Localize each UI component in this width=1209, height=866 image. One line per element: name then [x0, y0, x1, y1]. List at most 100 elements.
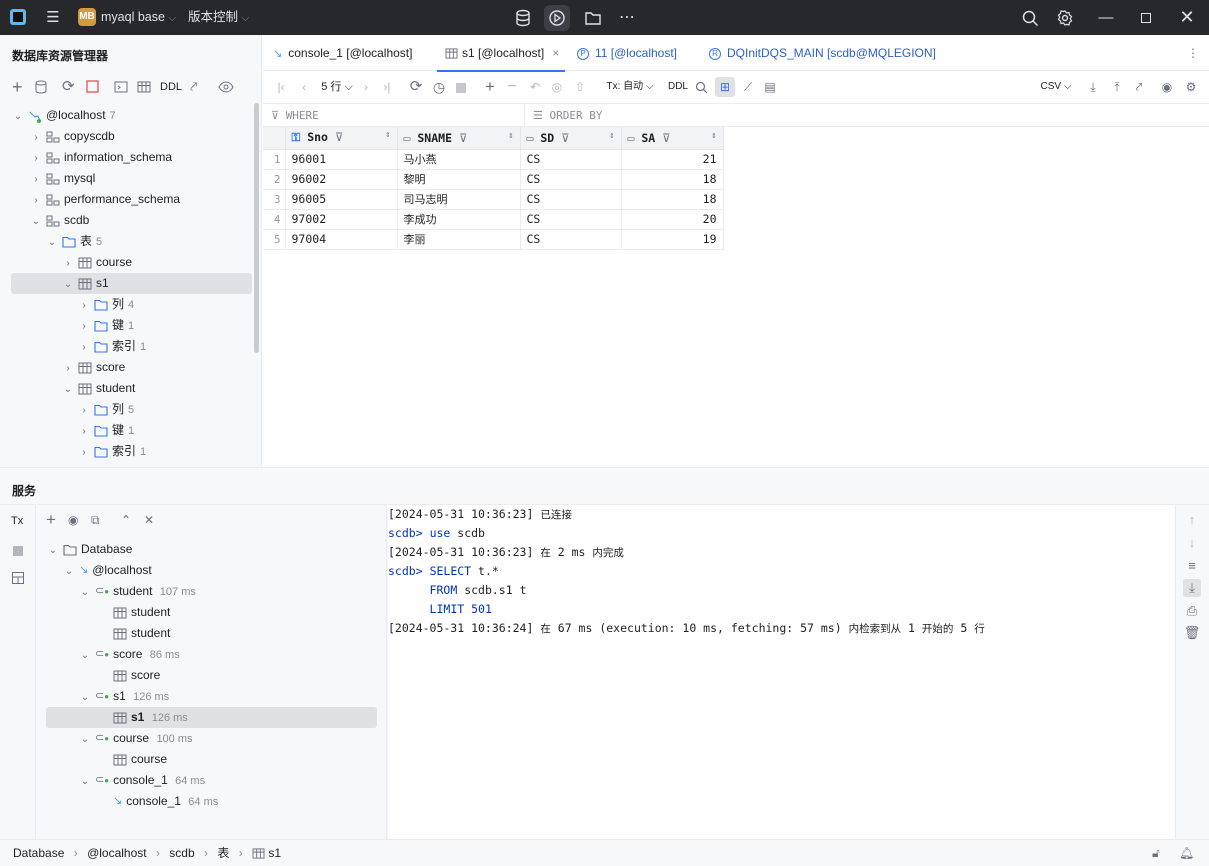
- scroll-to-end-icon[interactable]: ⤓: [1183, 579, 1201, 597]
- service-console-1[interactable]: ↘ console_1 64 ms: [99, 791, 218, 812]
- tree-node-localhost[interactable]: ⌄ @localhost 7: [12, 105, 116, 126]
- service-result-s1[interactable]: s1 126 ms: [99, 707, 188, 728]
- view-options-eye-icon[interactable]: [218, 80, 234, 94]
- breadcrumb-item[interactable]: 表: [217, 846, 229, 860]
- cell-sname[interactable]: 李成功: [397, 209, 521, 230]
- print-icon[interactable]: ⎙: [1183, 602, 1201, 620]
- project-name[interactable]: myaql base ⌵: [101, 0, 176, 36]
- first-page-icon[interactable]: |‹: [273, 72, 289, 102]
- column-header-sa[interactable]: ▭ SA ⊽ ⇕: [621, 127, 724, 150]
- service-session-course[interactable]: ⌄ ⊂● course 100 ms: [79, 728, 193, 749]
- minimize-icon[interactable]: —: [1094, 0, 1118, 35]
- table-row[interactable]: 5 97004 李丽 CS 19: [263, 229, 724, 250]
- service-database[interactable]: ⌄ Database: [47, 539, 133, 560]
- maximize-icon[interactable]: [1134, 0, 1158, 23]
- cell-sname[interactable]: 李丽: [397, 229, 521, 250]
- ddl-button[interactable]: DDL: [666, 72, 690, 102]
- data-view-icon[interactable]: ⊞: [715, 77, 735, 97]
- download-icon[interactable]: ⤓: [1085, 72, 1101, 102]
- table-icon[interactable]: [137, 80, 151, 94]
- more-icon[interactable]: ⋯: [614, 5, 640, 31]
- tree-node-scdb[interactable]: ⌄ scdb: [30, 210, 90, 231]
- tx-mode-select[interactable]: Tx: 自动 ⌵: [605, 72, 655, 102]
- filter-icon[interactable]: ⊽: [561, 131, 569, 145]
- column-header-sd[interactable]: ▭ SD ⊽ ⇕: [520, 127, 622, 150]
- breadcrumb-item[interactable]: s1: [268, 846, 281, 860]
- view-eye-icon[interactable]: ◉: [68, 505, 78, 535]
- scroll-down-icon[interactable]: ↓: [1183, 534, 1201, 552]
- filter-icon[interactable]: ⊽: [459, 131, 467, 145]
- table-row[interactable]: 2 96002 黎明 CS 18: [263, 169, 724, 190]
- cell-sno[interactable]: 96001: [285, 149, 398, 170]
- service-localhost[interactable]: ⌄ ↘ @localhost: [63, 560, 152, 581]
- notifications-bell-icon[interactable]: 🔔︎: [1179, 840, 1194, 866]
- history-clock-icon[interactable]: ◷: [430, 72, 448, 102]
- cell-sa[interactable]: 18: [621, 169, 724, 190]
- expand-all-icon[interactable]: ⌃: [121, 505, 131, 535]
- tab-s1[interactable]: s1 [@localhost] ×: [436, 36, 566, 72]
- view-eye-icon[interactable]: ◉: [1159, 72, 1175, 102]
- service-session-console-1[interactable]: ⌄ ⊂● console_1 64 ms: [79, 770, 205, 791]
- search-icon[interactable]: [695, 72, 711, 102]
- cell-sd[interactable]: CS: [520, 209, 622, 230]
- cell-sd[interactable]: CS: [520, 189, 622, 210]
- sort-icon[interactable]: ⇕: [711, 131, 716, 141]
- tree-node-course[interactable]: › course: [62, 252, 132, 273]
- revert-icon[interactable]: ↶: [527, 72, 543, 102]
- add-icon[interactable]: +: [12, 75, 23, 99]
- tree-node-tables-folder[interactable]: ⌄ 表 5: [46, 231, 102, 252]
- cell-sno[interactable]: 97004: [285, 229, 398, 250]
- cell-sname[interactable]: 黎明: [397, 169, 521, 190]
- chart-icon[interactable]: ⟋: [739, 72, 757, 102]
- breadcrumb-item[interactable]: scdb: [169, 846, 194, 860]
- sort-icon[interactable]: ⇕: [385, 130, 390, 140]
- tree-node-information-schema[interactable]: › information_schema: [30, 147, 172, 168]
- database-icon[interactable]: [510, 5, 536, 31]
- tree-node-s1[interactable]: ⌄ s1: [62, 273, 109, 294]
- submit-icon[interactable]: ⇧: [572, 72, 588, 102]
- cell-sa[interactable]: 20: [621, 209, 724, 230]
- ddl-button[interactable]: DDL: [160, 75, 182, 99]
- tree-node-s1-columns[interactable]: › 列 4: [78, 294, 134, 315]
- tree-node-s1-indexes[interactable]: › 索引 1: [78, 336, 146, 357]
- service-result-course[interactable]: course: [99, 749, 167, 770]
- prev-page-icon[interactable]: ‹: [297, 72, 311, 102]
- column-header-sno[interactable]: ⚿ Sno ⊽ ⇕: [285, 127, 398, 150]
- tree-node-student-indexes[interactable]: › 索引 1: [78, 441, 146, 462]
- soft-wrap-icon[interactable]: ≡: [1183, 557, 1201, 575]
- vcs-menu[interactable]: 版本控制 ⌵: [188, 0, 249, 36]
- main-menu-icon[interactable]: ☰: [42, 0, 64, 35]
- service-result-student[interactable]: student: [99, 602, 170, 623]
- disconnect-icon[interactable]: [86, 80, 100, 94]
- tree-node-s1-keys[interactable]: › 键 1: [78, 315, 134, 336]
- cell-sa[interactable]: 18: [621, 189, 724, 210]
- table-row[interactable]: 1 96001 马小燕 CS 21: [263, 149, 724, 170]
- service-session-score[interactable]: ⌄ ⊂● score 86 ms: [79, 644, 180, 665]
- add-icon[interactable]: +: [46, 505, 56, 535]
- tree-node-student[interactable]: ⌄ student: [62, 378, 136, 399]
- layout-icon[interactable]: [12, 572, 24, 584]
- table-row[interactable]: 4 97002 李成功 CS 20: [263, 209, 724, 230]
- delete-row-icon[interactable]: −: [504, 72, 520, 102]
- datasource-icon[interactable]: [34, 80, 48, 94]
- cell-sd[interactable]: CS: [520, 149, 622, 170]
- search-icon[interactable]: [1017, 5, 1043, 31]
- service-session-student[interactable]: ⌄ ⊂● student 107 ms: [79, 581, 196, 602]
- close-tab-icon[interactable]: ×: [552, 46, 559, 60]
- reload-icon[interactable]: ⟳: [407, 72, 425, 102]
- settings-gear-icon[interactable]: [1052, 5, 1078, 31]
- cell-sd[interactable]: CS: [520, 229, 622, 250]
- grid-settings-icon[interactable]: ⚙: [1183, 72, 1199, 102]
- breadcrumb-item[interactable]: @localhost: [87, 846, 147, 860]
- breadcrumb-item[interactable]: Database: [13, 846, 64, 860]
- run-icon[interactable]: [544, 5, 570, 31]
- cell-sa[interactable]: 19: [621, 229, 724, 250]
- console-icon[interactable]: [114, 80, 128, 94]
- next-page-icon[interactable]: ›: [359, 72, 373, 102]
- new-tab-icon[interactable]: ⧉: [91, 505, 100, 535]
- sort-icon[interactable]: ⇕: [508, 131, 513, 141]
- sort-icon[interactable]: ⇕: [609, 131, 614, 141]
- tabs-more-icon[interactable]: ⋮: [1187, 36, 1199, 71]
- service-result-score[interactable]: score: [99, 665, 160, 686]
- upload-icon[interactable]: ⤒: [1109, 72, 1125, 102]
